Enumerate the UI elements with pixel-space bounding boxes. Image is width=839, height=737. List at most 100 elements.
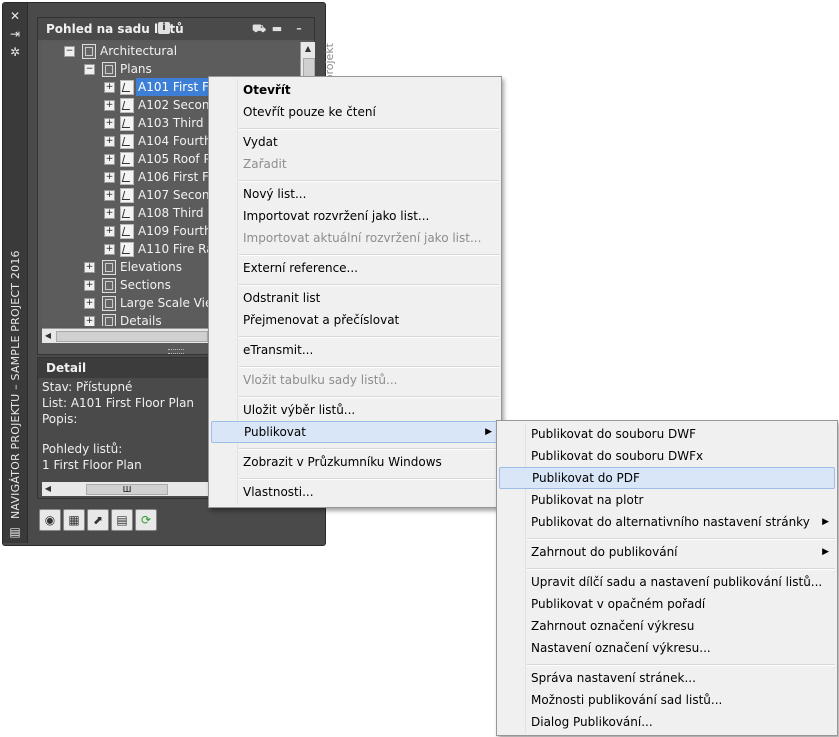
subset-icon — [102, 314, 116, 326]
expand-icon[interactable]: + — [104, 82, 115, 93]
sheet-views-icon[interactable]: ▤ — [111, 509, 133, 531]
submenu-item-include-stamp[interactable]: Zahrnout označení výkresu — [499, 615, 835, 637]
expand-icon[interactable]: + — [104, 154, 115, 165]
settings-icon[interactable]: ✲ — [8, 45, 22, 59]
expand-icon[interactable]: + — [84, 298, 95, 309]
menu-item-show-in-explorer[interactable]: Zobrazit v Průzkumníku Windows — [211, 451, 499, 473]
submenu-item-page-setups[interactable]: Správa nastavení stránek... — [499, 667, 835, 689]
autohide-icon[interactable]: ⇥ — [8, 27, 22, 41]
menu-item-open[interactable]: Otevřít — [211, 79, 499, 101]
tree-label: A103 Third Fl — [138, 116, 218, 130]
expand-icon[interactable]: + — [104, 136, 115, 147]
menu-separator — [239, 254, 499, 256]
menu-item-import-current-layout: Importovat aktuální rozvržení jako list.… — [243, 231, 482, 245]
sheet-context-menu: Otevřít Otevřít pouze ke čtení Vydat Zař… — [208, 76, 502, 508]
folder-icon[interactable]: ▬ — [270, 22, 284, 36]
splitter-grip[interactable] — [168, 349, 184, 354]
menu-item-check-out[interactable]: Vydat — [211, 131, 499, 153]
submenu-item-stamp-settings[interactable]: Nastavení označení výkresu... — [499, 637, 835, 659]
menu-item-check-in: Zařadit — [243, 157, 287, 171]
tree-header: Pohled na sadu listů i ⛟ ▬ – — [38, 18, 314, 40]
tree-label: Architectural — [100, 44, 178, 58]
expand-icon[interactable]: + — [104, 100, 115, 111]
palette-title-container: NAVIGÁTOR PROJEKTU – SAMPLE PROJECT 2016 — [5, 219, 23, 519]
sheet-icon — [120, 152, 134, 167]
submenu-item-publish-pdf[interactable]: Publikovat do PDF — [499, 467, 835, 489]
submenu-item-publish-dialog[interactable]: Dialog Publikování... — [499, 711, 835, 733]
menu-separator — [239, 396, 499, 398]
subset-icon — [102, 62, 116, 77]
minimize-icon[interactable]: – — [292, 22, 306, 36]
detail-view-item: 1 First Floor Plan — [42, 458, 142, 472]
submenu-item-include-publish[interactable]: Zahrnout do publikování ▶ — [499, 541, 835, 563]
tree-label: A102 Second — [138, 98, 218, 112]
expand-icon[interactable]: + — [104, 226, 115, 237]
expand-icon[interactable]: + — [84, 316, 95, 326]
expand-icon[interactable]: + — [104, 118, 115, 129]
chevron-right-icon: ▶ — [822, 547, 829, 557]
menu-item-remove-sheet[interactable]: Odstranit list — [211, 287, 499, 309]
menu-separator — [239, 448, 499, 450]
menu-item-rename-renumber[interactable]: Přejmenovat a přečíslovat — [211, 309, 499, 331]
palette-toolbar: ◉ ▦ ⬈ ▤ ⟳ — [37, 507, 167, 533]
menu-item-publish[interactable]: Publikovat ▶ — [211, 421, 499, 443]
detail-sheet: List: A101 First Floor Plan — [42, 396, 195, 410]
menu-item-new-sheet[interactable]: Nový list... — [211, 183, 499, 205]
palette-titlebar[interactable]: ✕ ⇥ ✲ NAVIGÁTOR PROJEKTU – SAMPLE PROJEC… — [3, 3, 28, 543]
sheet-icon — [120, 98, 134, 113]
scroll-left-icon[interactable]: ◀ — [42, 329, 54, 343]
submenu-item-publish-dwfx[interactable]: Publikovat do souboru DWFx — [499, 445, 835, 467]
menu-separator — [239, 478, 499, 480]
submenu-item-publish-page-setup[interactable]: Publikovat do alternativního nastavení s… — [499, 511, 835, 533]
expand-icon[interactable]: + — [84, 262, 95, 273]
model-views-icon[interactable]: ⬈ — [87, 509, 109, 531]
publish-icon[interactable]: ⛟ — [252, 22, 266, 36]
menu-item-properties[interactable]: Vlastnosti... — [211, 481, 499, 503]
sheet-icon — [120, 206, 134, 221]
sheet-icon — [120, 188, 134, 203]
sheet-list-view-icon[interactable]: ◉ — [39, 509, 61, 531]
refresh-icon[interactable]: ⟳ — [135, 509, 157, 531]
subset-icon — [102, 278, 116, 293]
menu-item-insert-sheet-table: Vložit tabulku sady listů... — [243, 373, 398, 387]
scroll-thumb[interactable] — [56, 331, 208, 342]
chevron-right-icon: ▶ — [485, 427, 492, 437]
expand-icon[interactable]: + — [104, 208, 115, 219]
subset-icon — [102, 260, 116, 275]
subset-icon — [102, 296, 116, 311]
scroll-up-icon[interactable]: ▲ — [301, 42, 315, 56]
scroll-thumb[interactable]: Ш — [86, 484, 168, 495]
expand-icon[interactable]: + — [104, 190, 115, 201]
submenu-item-publish-plotter[interactable]: Publikovat na plotr — [499, 489, 835, 511]
info-icon[interactable]: i — [158, 22, 170, 34]
tree-label: Plans — [120, 62, 152, 76]
expand-icon[interactable]: + — [104, 244, 115, 255]
menu-item-xref[interactable]: Externí reference... — [211, 257, 499, 279]
tree-label: A108 Third Fl — [138, 206, 218, 220]
detail-status: Stav: Přístupné — [42, 380, 133, 394]
subset-icon — [82, 44, 96, 59]
tree-label: A107 Second — [138, 188, 218, 202]
submenu-item-reverse-order[interactable]: Publikovat v opačném pořadí — [499, 593, 835, 615]
sheet-icon — [120, 170, 134, 185]
expand-icon[interactable]: + — [104, 172, 115, 183]
submenu-item-publish-dwf[interactable]: Publikovat do souboru DWF — [499, 423, 835, 445]
expand-icon[interactable]: + — [84, 280, 95, 291]
submenu-item-publish-options[interactable]: Možnosti publikování sad listů... — [499, 689, 835, 711]
menu-item-open-read-only[interactable]: Otevřít pouze ke čtení — [211, 101, 499, 123]
tree-label: Sections — [120, 278, 171, 292]
menu-item-import-layout[interactable]: Importovat rozvržení jako list... — [211, 205, 499, 227]
sheet-icon — [120, 80, 134, 95]
menu-item-etransmit[interactable]: eTransmit... — [211, 339, 499, 361]
scroll-left-icon[interactable]: ◀ — [42, 482, 54, 496]
submenu-item-label: Zahrnout do publikování — [531, 545, 678, 559]
palette-title: NAVIGÁTOR PROJEKTU – SAMPLE PROJECT 2016 — [9, 250, 22, 519]
new-sheet-icon[interactable]: ▦ — [63, 509, 85, 531]
submenu-item-edit-subset[interactable]: Upravit dílčí sadu a nastavení publiková… — [499, 571, 835, 593]
detail-description: Popis: — [42, 412, 78, 426]
properties-icon[interactable]: ▤ — [8, 525, 22, 539]
close-icon[interactable]: ✕ — [8, 9, 22, 23]
menu-item-save-selection[interactable]: Uložit výběr listů... — [211, 399, 499, 421]
collapse-icon[interactable]: − — [64, 46, 75, 57]
collapse-icon[interactable]: − — [84, 64, 95, 75]
